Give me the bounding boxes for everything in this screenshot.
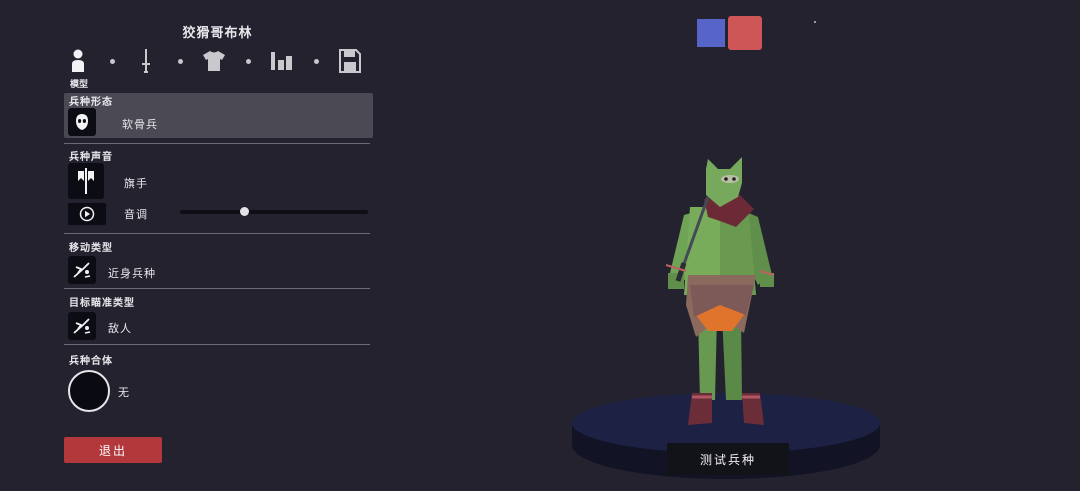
tab-separator [178, 59, 183, 64]
divider [64, 344, 370, 345]
play-icon [79, 206, 95, 222]
shirt-icon [203, 51, 225, 71]
sword-icon [142, 49, 150, 73]
tab-separator [314, 59, 319, 64]
banner-icon [78, 168, 94, 194]
combine-value: 无 [118, 386, 130, 399]
test-unit-button[interactable]: 测试兵种 [667, 443, 789, 475]
combine-unit-slot[interactable] [68, 370, 110, 412]
targeting-type-value: 敌人 [108, 322, 132, 335]
tab-clothing[interactable] [200, 46, 228, 76]
targeting-icon-box[interactable] [68, 312, 96, 340]
section-title-voice: 兵种声音 [69, 152, 113, 163]
divider [64, 288, 370, 289]
section-title-movement: 移动类型 [69, 243, 113, 254]
active-tab-caption: 模型 [69, 80, 88, 90]
skull-mask-icon [76, 114, 88, 130]
pitch-label: 音调 [124, 208, 148, 221]
exit-button[interactable]: 退出 [64, 437, 162, 463]
editor-tabs [62, 46, 373, 76]
tab-model[interactable] [64, 46, 92, 76]
bar-chart-icon [271, 52, 292, 70]
divider [64, 233, 370, 234]
unit-name-title: 狡猾哥布林 [182, 26, 253, 41]
tab-save[interactable] [336, 46, 364, 76]
melee-icon [73, 262, 91, 278]
save-icon [339, 49, 361, 73]
movement-icon-box[interactable] [68, 256, 96, 284]
team-red-swatch[interactable] [728, 16, 762, 50]
voice-icon-box[interactable] [68, 163, 104, 199]
section-title-combine: 兵种合体 [69, 356, 113, 367]
cursor-dot [814, 21, 816, 23]
section-title-form: 兵种形态 [69, 97, 113, 108]
tab-stats[interactable] [268, 46, 296, 76]
tab-separator [246, 59, 251, 64]
pitch-slider[interactable] [180, 210, 368, 214]
goblin-unit-model [665, 157, 775, 425]
team-blue-swatch[interactable] [697, 19, 725, 47]
form-icon-box[interactable] [68, 108, 96, 136]
movement-type-value: 近身兵种 [108, 267, 156, 280]
unit-form-value: 软骨兵 [122, 118, 158, 131]
divider [64, 143, 370, 144]
section-title-targeting: 目标瞄准类型 [69, 298, 135, 309]
person-icon [72, 49, 84, 72]
unit-editor-panel: 狡猾哥布林 模型 兵种形态 软骨兵 兵种声音 旗手 音调 移动类型 近身兵种 目… [0, 0, 380, 491]
tab-weapons[interactable] [132, 46, 160, 76]
tab-separator [110, 59, 115, 64]
target-enemy-icon [73, 318, 91, 334]
play-voice-button[interactable] [68, 203, 106, 225]
pitch-slider-handle[interactable] [239, 207, 249, 216]
unit-voice-value: 旗手 [124, 177, 148, 190]
